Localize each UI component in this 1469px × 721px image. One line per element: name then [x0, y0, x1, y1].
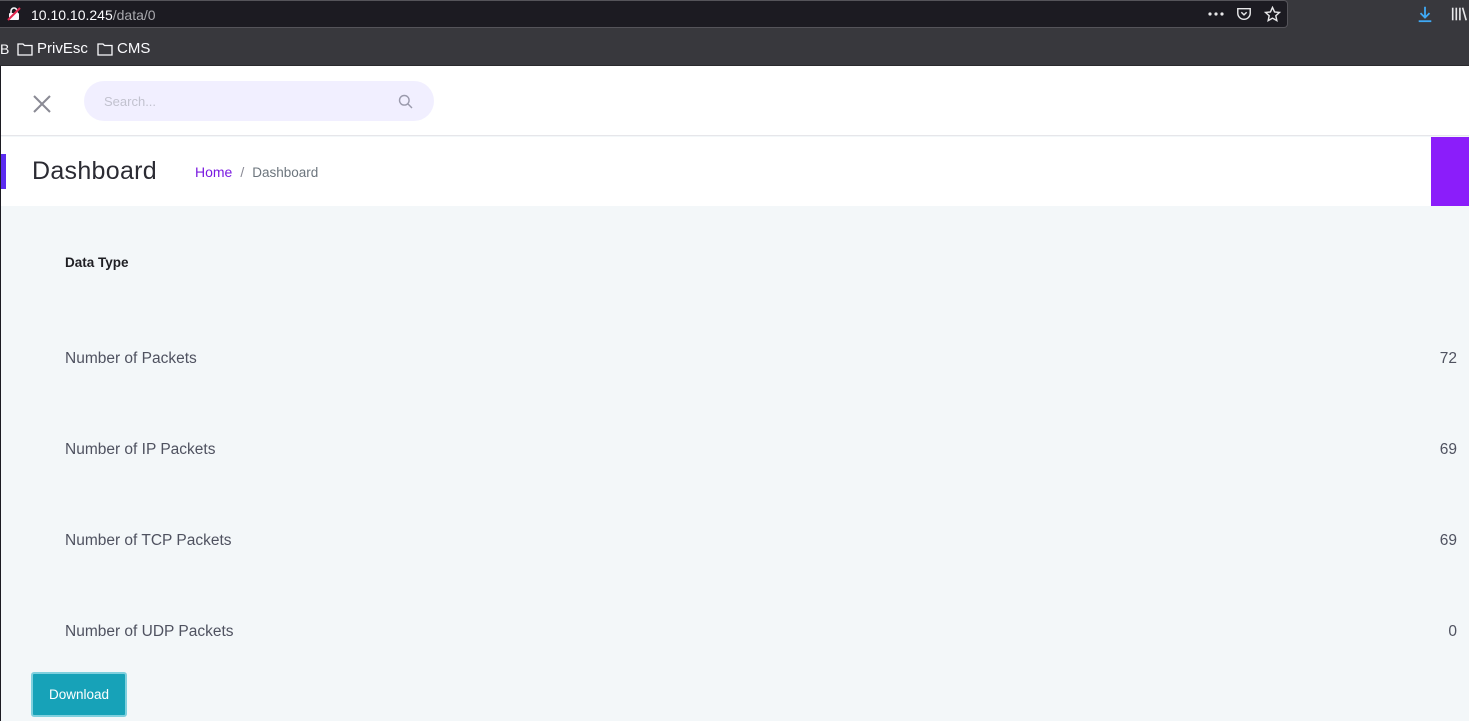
row-label: Number of IP Packets: [65, 441, 216, 458]
library-icon[interactable]: [1449, 4, 1469, 24]
search-icon[interactable]: [398, 94, 413, 109]
bookmark-privesc[interactable]: PrivEsc: [17, 40, 88, 57]
column-header-data-type: Data Type: [65, 255, 129, 270]
pocket-icon[interactable]: [1235, 5, 1253, 23]
search-box: [84, 81, 434, 121]
browser-toolbar: 10.10.10.245/data/0: [0, 0, 1469, 30]
page-title: Dashboard: [32, 157, 158, 185]
close-icon: [33, 95, 51, 113]
table-row: Number of UDP Packets 0: [65, 623, 1457, 647]
bookmarks-toolbar: B PrivEsc CMS: [0, 30, 1469, 66]
folder-icon: [97, 42, 113, 56]
bookmark-label: CMS: [117, 40, 151, 57]
address-bar[interactable]: 10.10.10.245/data/0: [0, 0, 1288, 28]
download-button[interactable]: Download: [31, 672, 127, 717]
accent-bar-right: [1431, 137, 1469, 206]
close-sidebar-button[interactable]: [31, 93, 53, 115]
row-label: Number of UDP Packets: [65, 623, 234, 640]
row-value: 0: [1448, 623, 1457, 640]
top-navbar: [1, 66, 1469, 136]
url-path: /data/0: [112, 7, 156, 23]
insecure-lock-icon[interactable]: [7, 7, 21, 21]
breadcrumb-home-link[interactable]: Home: [195, 164, 232, 180]
bookmark-star-icon[interactable]: [1263, 5, 1281, 23]
bookmark-label: PrivEsc: [37, 40, 88, 57]
more-actions-icon[interactable]: [1207, 5, 1225, 23]
breadcrumb-current: Dashboard: [252, 164, 319, 180]
table-row: Number of TCP Packets 69: [65, 532, 1457, 556]
page-header: Dashboard Home / Dashboard: [1, 137, 1469, 206]
search-input[interactable]: [84, 81, 384, 121]
breadcrumb-separator: /: [240, 164, 245, 180]
folder-icon: [17, 42, 33, 56]
breadcrumb: Home / Dashboard: [195, 164, 318, 180]
row-value: 69: [1439, 532, 1457, 549]
row-label: Number of TCP Packets: [65, 532, 232, 549]
page-content: Dashboard Home / Dashboard Data Type Num…: [0, 66, 1469, 721]
row-label: Number of Packets: [65, 350, 197, 367]
table-row: Number of Packets 72: [65, 350, 1457, 374]
url-host: 10.10.10.245: [31, 7, 113, 23]
table-row: Number of IP Packets 69: [65, 441, 1457, 465]
row-value: 69: [1439, 441, 1457, 458]
bookmark-partial[interactable]: B: [0, 41, 9, 57]
accent-bar-left: [1, 154, 6, 189]
bookmark-cms[interactable]: CMS: [97, 40, 150, 57]
data-table: Data Type Number of Packets 72 Number of…: [1, 206, 1469, 721]
row-value: 72: [1439, 350, 1457, 367]
download-arrow-icon[interactable]: [1415, 4, 1435, 24]
url-text[interactable]: 10.10.10.245/data/0: [31, 7, 156, 23]
